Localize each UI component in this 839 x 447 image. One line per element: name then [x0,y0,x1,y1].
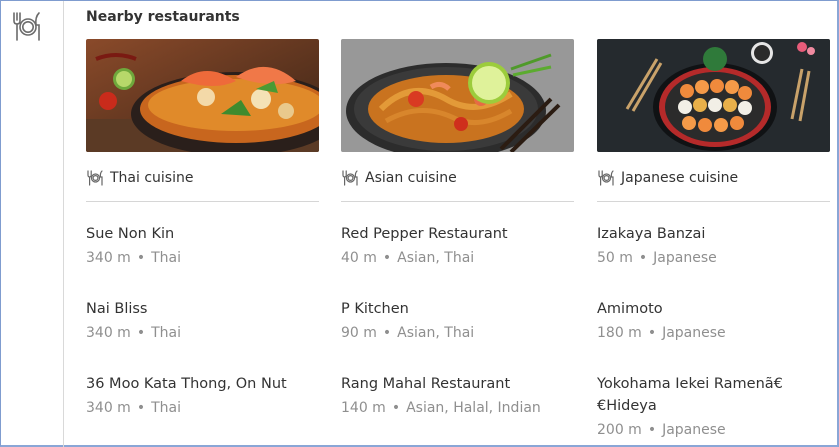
restaurant-item[interactable]: Yokohama Iekei Ramenã€€Hideya 200 m • Japa… [597,373,830,447]
restaurant-tags: Thai [151,325,181,341]
cuisine-column-thai: Thai cuisine Sue Non Kin 340 m • Thai Nai … [86,39,319,447]
cuisine-divider [86,201,319,202]
restaurant-meta: 50 m • Japanese [597,245,830,271]
separator-dot: • [136,325,146,341]
restaurant-name[interactable]: Rang Mahal Restaurant [341,373,574,395]
cuisine-column-japanese: Japanese cuisine Izakaya Banzai 50 m • Jap… [597,39,830,447]
cuisine-name: Thai cuisine [110,170,194,186]
restaurant-tags: Asian, Thai [397,325,475,341]
asian-food-photo[interactable] [341,39,574,152]
vertical-divider [63,1,64,447]
separator-dot: • [647,325,657,341]
restaurant-name[interactable]: Nai Bliss [86,298,319,320]
restaurant-meta: 340 m • Thai [86,395,319,421]
restaurant-tags: Japanese [653,250,717,266]
restaurant-name[interactable]: Amimoto [597,298,830,320]
restaurant-meta: 40 m • Asian, Thai [341,245,574,271]
restaurant-name[interactable]: Sue Non Kin [86,223,319,245]
separator-dot: • [382,325,392,341]
restaurant-distance: 90 m [341,325,377,341]
restaurant-distance: 200 m [597,422,642,438]
nearby-restaurants-panel: Nearby restaurants Thai cuisine Sue Non … [0,0,839,447]
restaurant-distance: 340 m [86,325,131,341]
restaurant-meta: 140 m • Asian, Halal, Indian [341,395,574,421]
restaurant-tags: Thai [151,400,181,416]
restaurant-item[interactable]: P Kitchen 90 m • Asian, Thai [341,298,574,373]
restaurant-tags: Asian, Thai [397,250,475,266]
restaurant-name[interactable]: Yokohama Iekei Ramenã€€Hideya [597,373,830,417]
restaurant-meta: 90 m • Asian, Thai [341,320,574,346]
restaurant-tags: Thai [151,250,181,266]
restaurant-list: Izakaya Banzai 50 m • Japanese Amimoto 180… [597,223,830,447]
restaurant-name[interactable]: 36 Moo Kata Thong, On Nut [86,373,319,395]
restaurant-icon [87,170,103,186]
restaurant-item[interactable]: Izakaya Banzai 50 m • Japanese [597,223,830,298]
separator-dot: • [638,250,648,266]
restaurant-icon [13,12,40,41]
restaurant-distance: 50 m [597,250,633,266]
restaurant-name[interactable]: P Kitchen [341,298,574,320]
separator-dot: • [391,400,401,416]
restaurant-tags: Japanese [662,325,726,341]
cuisine-name: Asian cuisine [365,170,457,186]
restaurant-tags: Japanese [662,422,726,438]
restaurant-distance: 180 m [597,325,642,341]
separator-dot: • [136,250,146,266]
cuisine-name: Japanese cuisine [621,170,739,186]
restaurant-meta: 180 m • Japanese [597,320,830,346]
restaurant-item[interactable]: Sue Non Kin 340 m • Thai [86,223,319,298]
restaurant-distance: 140 m [341,400,386,416]
restaurant-distance: 340 m [86,400,131,416]
section-title: Nearby restaurants [86,9,240,25]
restaurant-name[interactable]: Izakaya Banzai [597,223,830,245]
restaurant-tags: Asian, Halal, Indian [406,400,541,416]
restaurant-item[interactable]: Nai Bliss 340 m • Thai [86,298,319,373]
restaurant-list: Sue Non Kin 340 m • Thai Nai Bliss 340 m • T… [86,223,319,447]
cuisine-label: Japanese cuisine [597,167,830,189]
separator-dot: • [382,250,392,266]
cuisine-label: Thai cuisine [86,167,319,189]
restaurant-name[interactable]: Red Pepper Restaurant [341,223,574,245]
cuisine-column-asian: Asian cuisine Red Pepper Restaurant 40 m… [341,39,574,447]
thai-food-photo[interactable] [86,39,319,152]
separator-dot: • [136,400,146,416]
restaurant-list: Red Pepper Restaurant 40 m • Asian, Thai P… [341,223,574,447]
restaurant-icon [342,170,358,186]
restaurant-meta: 340 m • Thai [86,320,319,346]
restaurant-distance: 340 m [86,250,131,266]
restaurant-distance: 40 m [341,250,377,266]
restaurant-icon [598,170,614,186]
cuisine-divider [341,201,574,202]
japanese-food-photo[interactable] [597,39,830,152]
restaurant-item[interactable]: Rang Mahal Restaurant 140 m • Asian, Halal… [341,373,574,447]
cuisine-label: Asian cuisine [341,167,574,189]
restaurant-item[interactable]: 36 Moo Kata Thong, On Nut 340 m • Thai [86,373,319,447]
restaurant-item[interactable]: Amimoto 180 m • Japanese [597,298,830,373]
cuisine-divider [597,201,830,202]
separator-dot: • [647,422,657,438]
restaurant-item[interactable]: Red Pepper Restaurant 40 m • Asian, Thai [341,223,574,298]
restaurant-meta: 200 m • Japanese [597,417,830,443]
restaurant-meta: 340 m • Thai [86,245,319,271]
